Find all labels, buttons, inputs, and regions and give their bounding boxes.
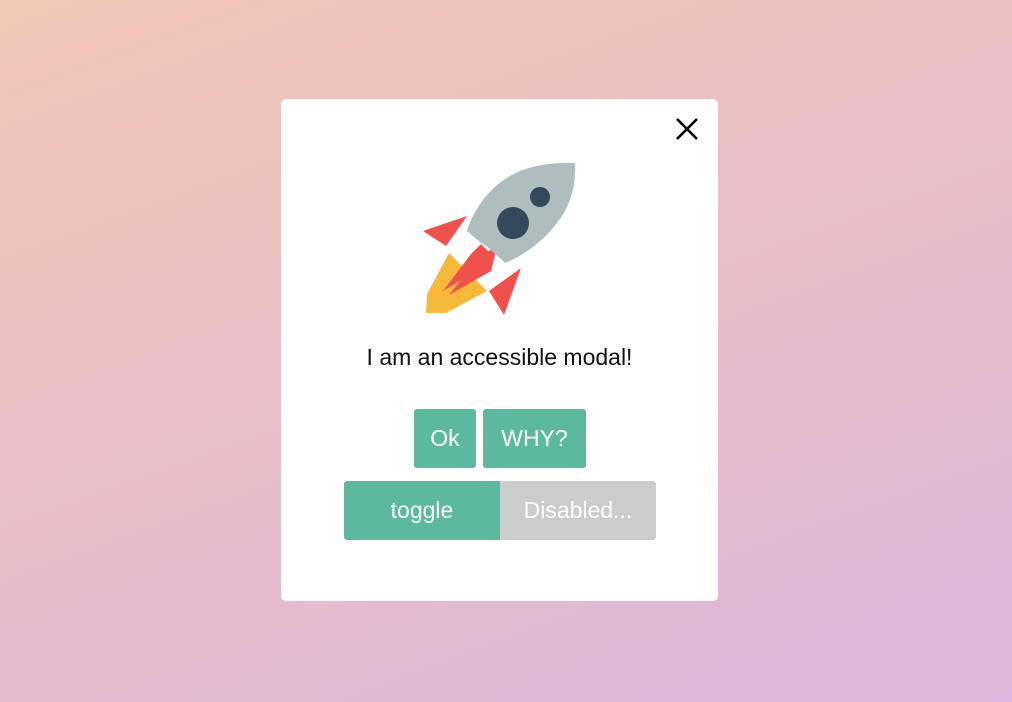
toggle-button[interactable]: toggle — [344, 481, 500, 540]
rocket-icon — [423, 162, 576, 315]
disabled-button: Disabled... — [500, 481, 656, 540]
ok-button[interactable]: Ok — [414, 409, 476, 468]
rocket-illustration — [421, 161, 581, 321]
modal-message: I am an accessible modal! — [366, 344, 633, 370]
rocket-left-fin — [423, 216, 467, 246]
rocket-right-fin — [489, 268, 521, 315]
rocket-window-small — [530, 187, 550, 207]
accessible-modal: I am an accessible modal! Ok WHY? toggle… — [281, 99, 718, 601]
why-button[interactable]: WHY? — [483, 409, 586, 468]
close-button[interactable] — [673, 115, 701, 143]
rocket-window-large — [497, 207, 529, 239]
close-icon — [676, 118, 698, 140]
